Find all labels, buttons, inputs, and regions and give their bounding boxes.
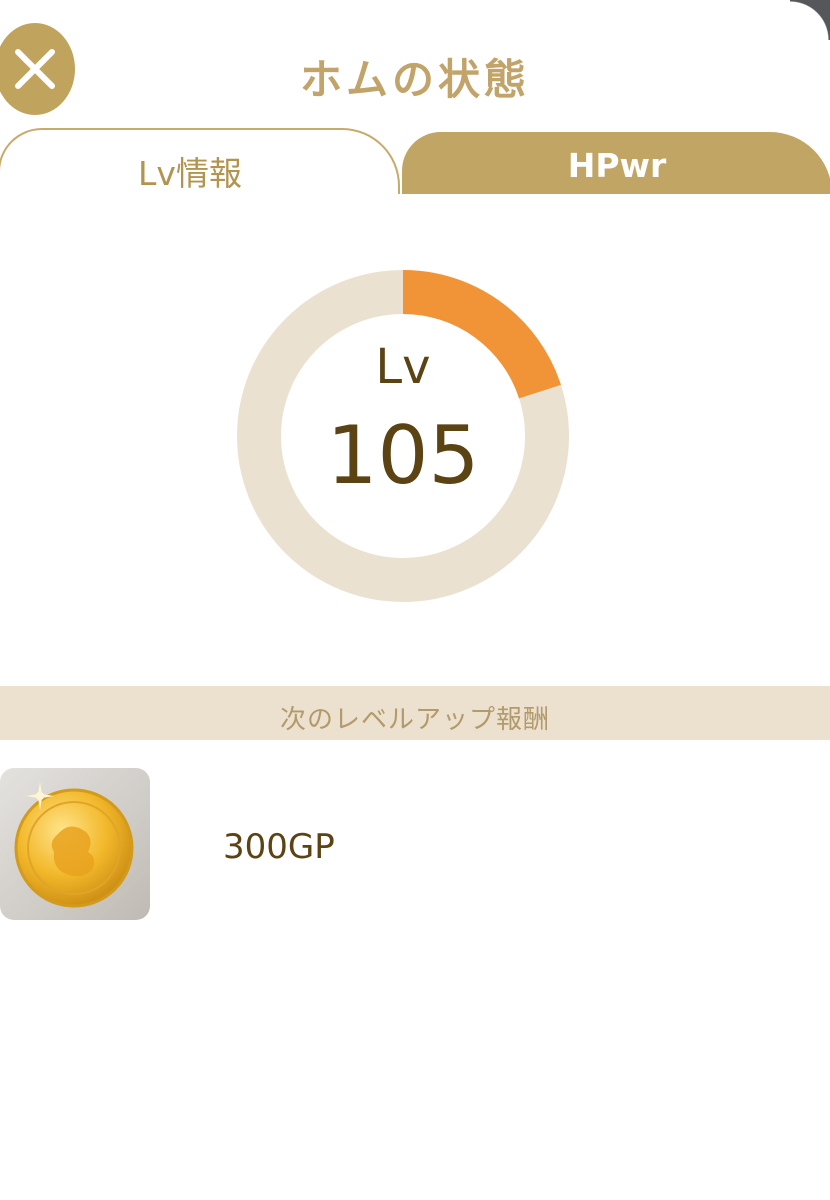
level-label: Lv — [375, 339, 431, 395]
reward-item-label: 300GP — [223, 827, 335, 867]
tab-level-info[interactable]: Lv情報 — [0, 128, 400, 194]
gold-coin-icon — [14, 782, 134, 908]
next-reward-header: 次のレベルアップ報酬 — [0, 686, 830, 740]
window-corner — [790, 0, 830, 40]
tab-bar: HPwr Lv情報 — [0, 128, 830, 194]
page-title: ホムの状態 — [299, 55, 530, 104]
tab-hpwr-label: HPwr — [567, 146, 667, 185]
next-reward-title: 次のレベルアップ報酬 — [279, 705, 550, 735]
level-gauge: Lv 105 — [236, 269, 570, 603]
tab-hpwr[interactable]: HPwr — [402, 132, 830, 194]
level-value: 105 — [326, 409, 480, 502]
tab-level-info-label: Lv情報 — [138, 154, 242, 193]
reward-item-thumbnail[interactable] — [0, 768, 150, 920]
